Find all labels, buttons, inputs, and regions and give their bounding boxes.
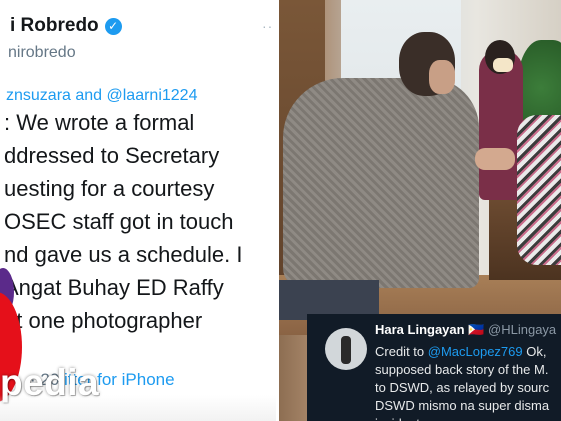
avatar-figure — [341, 336, 351, 364]
tweet-text-line: : We wrote a formal — [4, 110, 195, 135]
photo-face-mask — [493, 58, 513, 72]
embedded-tweet-text-line: incident — [375, 416, 420, 421]
tweet-text-line: uesting for a courtesy — [4, 176, 215, 201]
photo-man-blazer — [283, 78, 479, 288]
photo-woman-right — [517, 115, 561, 265]
philippine-flag-icon: 🇵🇭 — [468, 322, 485, 337]
embedded-tweet-text-suffix: Ok, — [522, 344, 547, 359]
embedded-tweet-author-name: Hara Lingayan — [375, 322, 465, 337]
verified-check-icon: ✓ — [104, 17, 122, 35]
embedded-tweet-handle: @HLingaya — [488, 322, 557, 337]
bottom-fade — [0, 395, 276, 421]
embedded-tweet-text-line: supposed back story of the M. — [375, 362, 549, 377]
embedded-tweet-author-row: Hara Lingayan 🇵🇭 @HLingaya — [375, 322, 556, 338]
more-options-icon[interactable]: ·· — [262, 18, 273, 34]
photo-man-face — [429, 60, 455, 94]
embedded-tweet-card[interactable]: Hara Lingayan 🇵🇭 @HLingaya Credit to @Ma… — [307, 314, 561, 421]
tweet-screenshot-panel: i Robredo ✓ ·· nirobredo znsuzara and @l… — [0, 0, 276, 421]
tweet-author-handle: nirobredo — [8, 44, 76, 61]
tweet-text-line: OSEC staff got in touch — [4, 209, 234, 234]
tweet-author-row: i Robredo ✓ — [10, 15, 122, 37]
embedded-tweet-text-prefix: Credit to — [375, 344, 428, 359]
tweet-text-line: ddressed to Secretary — [4, 143, 220, 168]
embedded-tweet-text-line: DSWD mismo na super disma — [375, 398, 550, 413]
tweet-text-line: nd gave us a schedule. I — [4, 242, 243, 267]
tweet-reply-to[interactable]: znsuzara and @laarni1224 — [6, 87, 197, 105]
photo-panel: Hara Lingayan 🇵🇭 @HLingaya Credit to @Ma… — [279, 0, 561, 421]
mention-link[interactable]: @MacLopez769 — [428, 344, 523, 359]
tweet-text-line: Angat Buhay ED Raffy — [4, 275, 224, 300]
embedded-tweet-text-line: to DSWD, as relayed by sourc — [375, 380, 550, 395]
embedded-tweet-text-line: Credit to @MacLopez769 Ok, — [375, 344, 546, 359]
tweet-text-line: ot one photographer — [4, 308, 203, 333]
tweet-author-name: i Robredo — [10, 15, 99, 36]
photo-handshake — [475, 148, 515, 170]
